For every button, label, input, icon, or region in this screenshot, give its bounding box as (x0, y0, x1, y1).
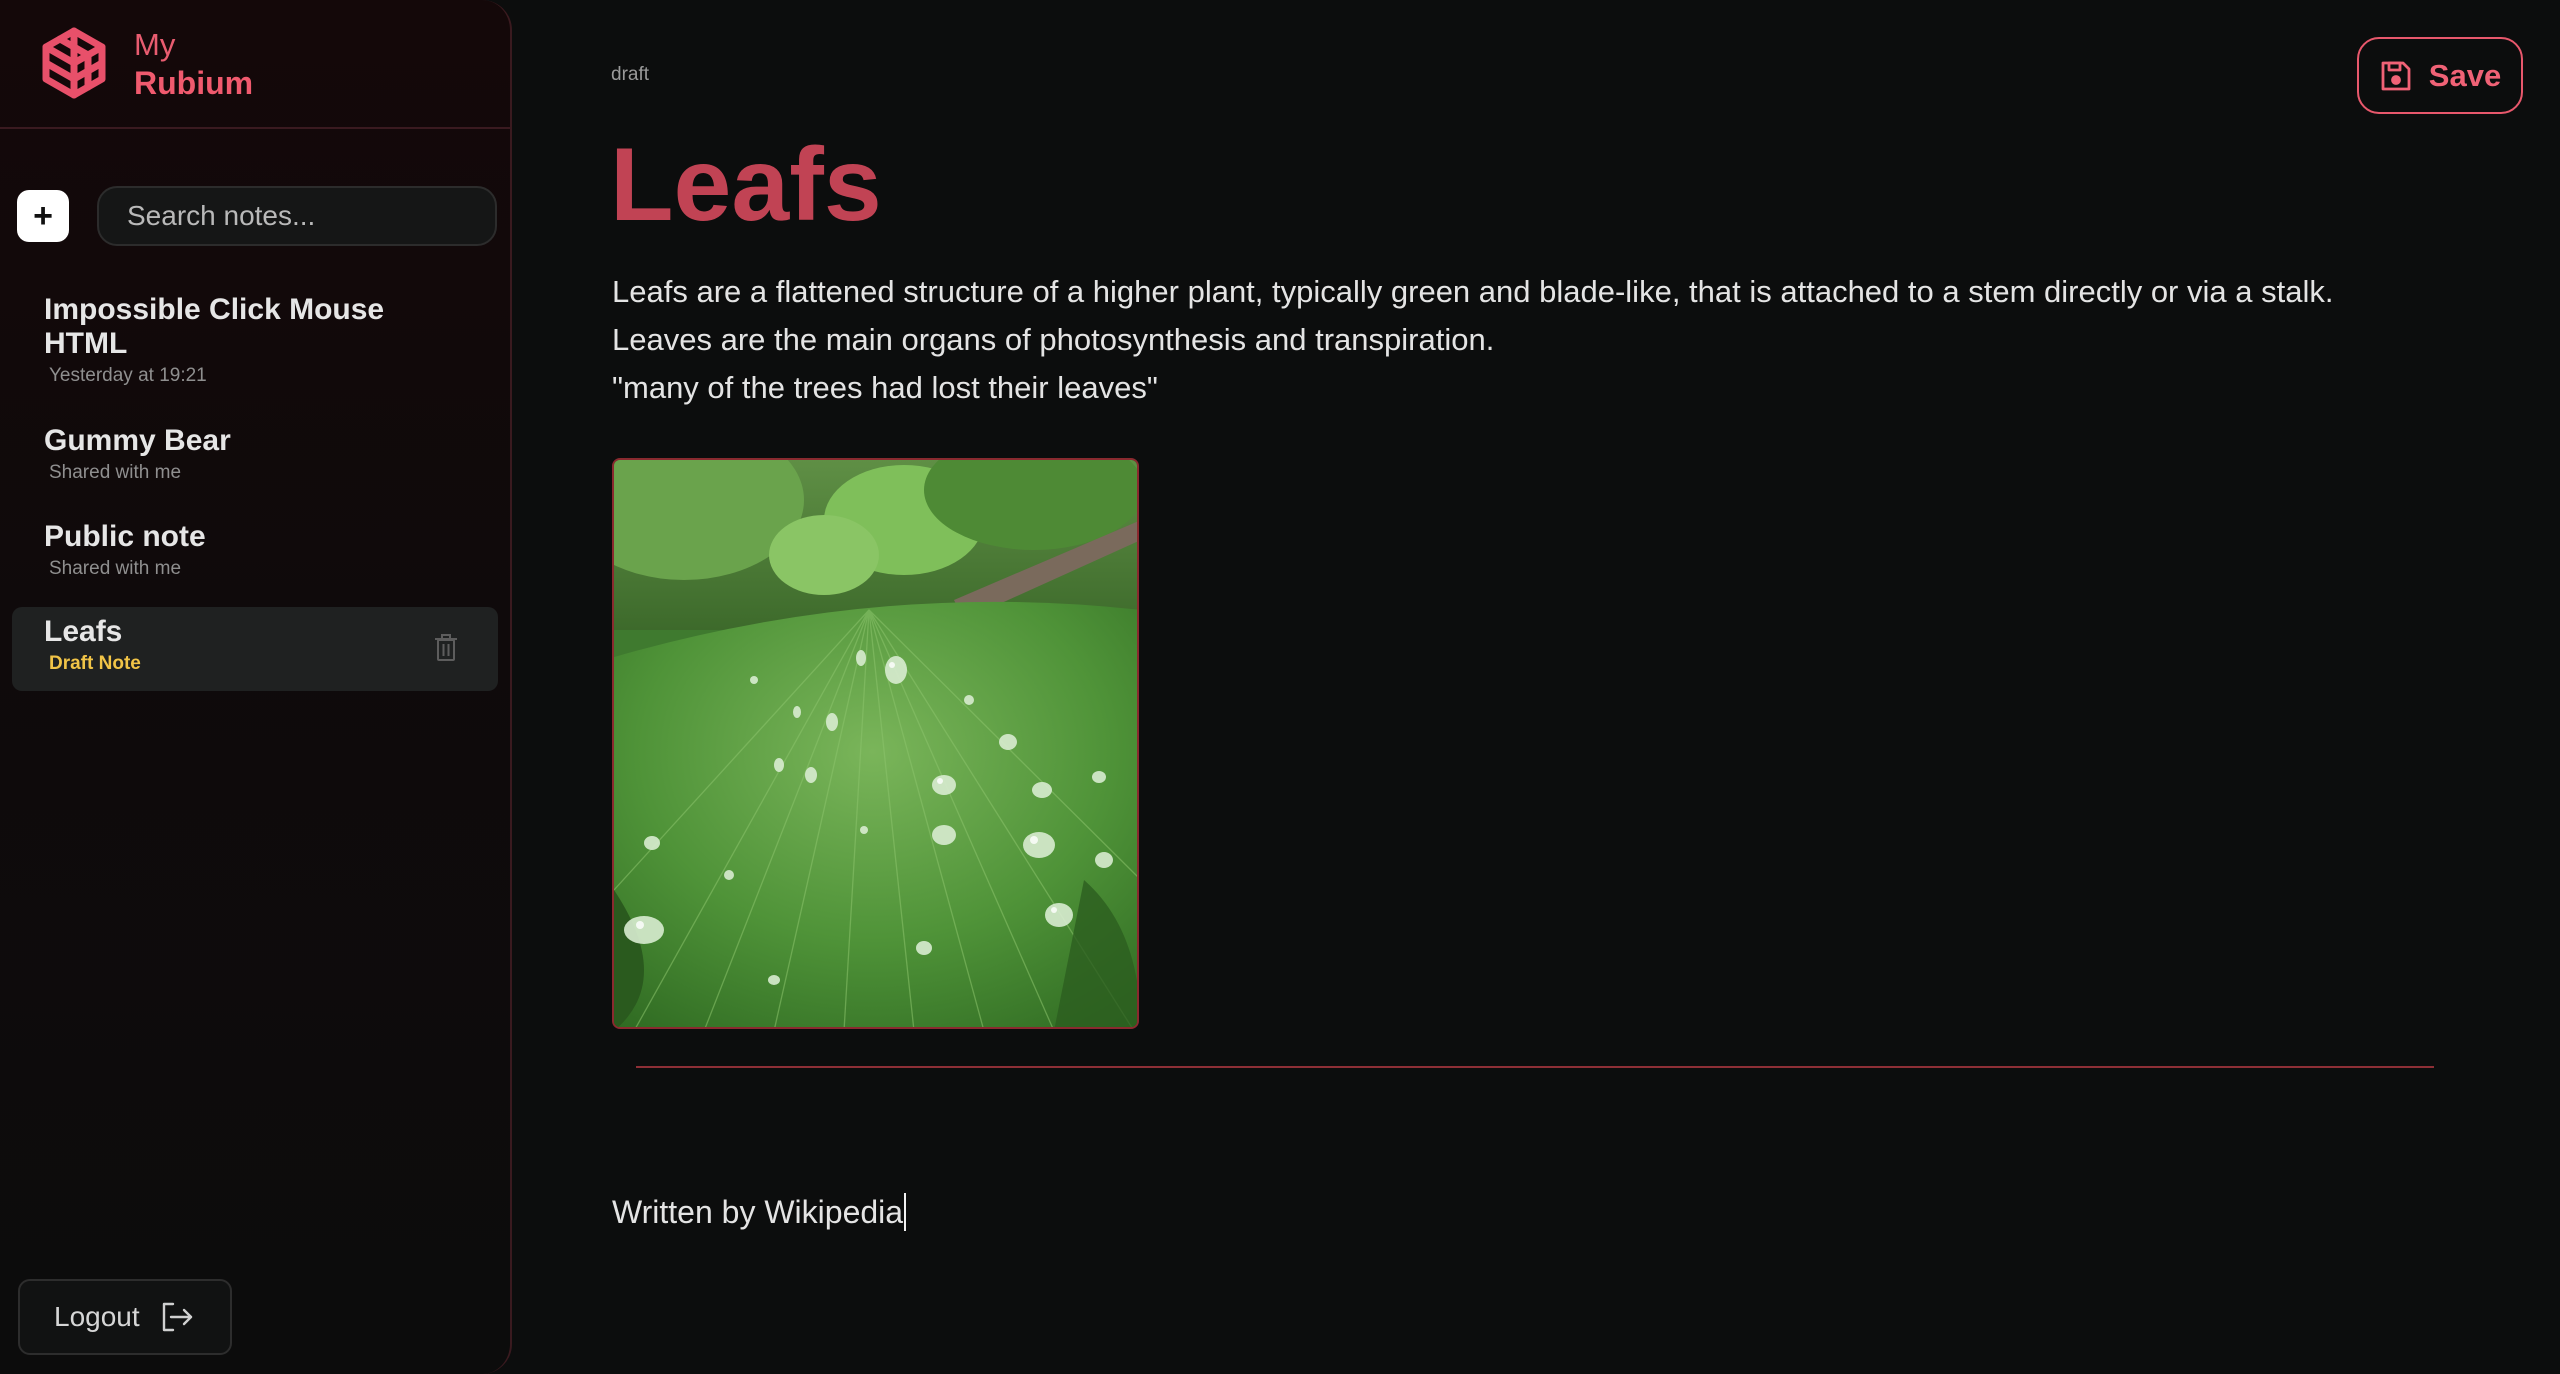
leaf-photo (614, 460, 1137, 1027)
note-subtitle: Shared with me (49, 558, 182, 579)
search-input[interactable] (97, 186, 497, 246)
note-list-item-leafs[interactable]: Leafs Draft Note (12, 607, 498, 691)
leaf-image[interactable] (612, 458, 1139, 1029)
note-subtitle: Yesterday at 19:21 (49, 365, 207, 386)
note-list-item-gummy-bear[interactable]: Gummy Bear Shared with me (12, 420, 498, 500)
trash-icon[interactable] (434, 634, 458, 662)
body-paragraph: Leafs are a flattened structure of a hig… (612, 274, 2334, 309)
note-editor: draft Save Leafs Leafs are a flattened s… (514, 0, 2560, 1374)
note-list-item-impossible-click[interactable]: Impossible Click Mouse HTML Yesterday at… (12, 288, 498, 398)
sidebar: My Rubium + Impossible Click Mouse HTML … (0, 0, 512, 1374)
brand-name: Rubium (134, 65, 254, 101)
logout-button[interactable]: Logout (18, 1279, 232, 1355)
logout-icon (162, 1302, 192, 1332)
note-signature[interactable]: Written by Wikipedia (612, 1192, 907, 1232)
body-paragraph: Leaves are the main organs of photosynth… (612, 322, 1495, 357)
app-window: My Rubium + Impossible Click Mouse HTML … (0, 0, 2560, 1374)
note-title: Gummy Bear (44, 424, 231, 457)
brand-line-my: My (134, 27, 176, 62)
save-button[interactable]: Save (2357, 37, 2523, 114)
note-title-heading[interactable]: Leafs (610, 125, 882, 245)
body-paragraph: "many of the trees had lost their leaves… (612, 370, 1158, 405)
text-cursor (904, 1193, 907, 1231)
save-icon (2381, 61, 2411, 90)
note-title: Public note (44, 520, 206, 553)
add-note-button[interactable]: + (17, 190, 69, 242)
note-title: Leafs (44, 615, 123, 648)
signature-text: Written by Wikipedia (612, 1194, 904, 1230)
save-label: Save (2428, 57, 2502, 93)
note-title: Impossible Click Mouse HTML (44, 293, 385, 360)
draft-note-badge: Draft Note (49, 653, 141, 674)
note-subtitle: Shared with me (49, 462, 182, 483)
logout-label: Logout (54, 1301, 140, 1332)
note-list-item-public-note[interactable]: Public note Shared with me (12, 516, 498, 596)
brand-header[interactable]: My Rubium (0, 0, 510, 129)
content-divider (636, 1066, 2434, 1068)
rubium-logo-icon (42, 27, 106, 99)
note-body[interactable]: Leafs are a flattened structure of a hig… (612, 268, 2532, 412)
note-status-label: draft (611, 64, 650, 85)
